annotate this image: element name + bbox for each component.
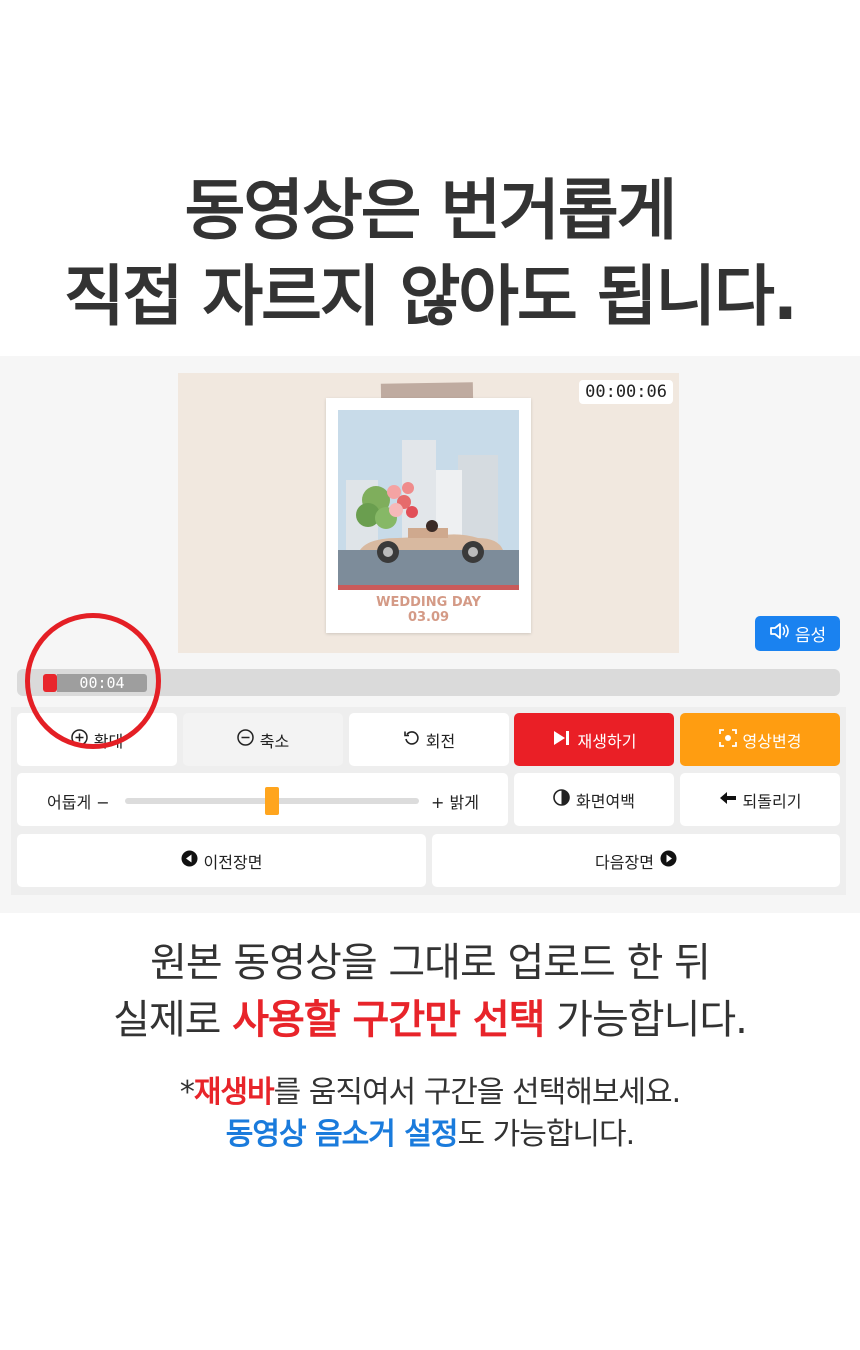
timestamp-badge: 00:00:06 <box>579 380 673 404</box>
tip-highlight-blue: 동영상 음소거 설정 <box>225 1117 459 1152</box>
change-video-label: 영상변경 <box>742 731 802 751</box>
voice-toggle-button[interactable]: 음성 <box>755 616 840 651</box>
tip-block: *재생바를 움직여서 구간을 선택해보세요. 동영상 음소거 설정도 가능합니다… <box>0 1072 860 1156</box>
next-scene-button[interactable]: 다음장면 <box>432 834 840 887</box>
page-headline: 동영상은 번거롭게 직접 자르지 않아도 됩니다. <box>0 168 860 340</box>
headline-line-2: 직접 자르지 않아도 됩니다. <box>64 258 798 335</box>
description-line-2: 실제로 사용할 구간만 선택 가능합니다. <box>0 992 860 1049</box>
description-line-1: 원본 동영상을 그대로 업로드 한 뒤 <box>150 940 711 986</box>
tip-line-2-post: 도 가능합니다. <box>457 1117 636 1152</box>
rotate-icon <box>403 729 420 750</box>
screen-margin-label: 화면여백 <box>576 791 635 811</box>
brighter-label: + 밝게 <box>431 793 479 812</box>
screen-margin-button[interactable]: 화면여백 <box>514 773 674 826</box>
play-button[interactable]: 재생하기 <box>514 713 674 766</box>
description-highlight: 사용할 구간만 선택 <box>232 997 545 1043</box>
voice-label: 음성 <box>794 626 827 646</box>
prev-scene-label: 이전장면 <box>203 852 263 872</box>
wedding-date: 03.09 <box>407 610 450 625</box>
wedding-title: WEDDING DAY <box>376 595 481 610</box>
tip-line-2: 동영상 음소거 설정도 가능합니다. <box>0 1114 860 1156</box>
brightness-slider-thumb[interactable] <box>265 787 279 815</box>
wedding-illustration <box>338 410 519 590</box>
next-circle-icon <box>660 850 677 871</box>
brightness-control: 어둡게 − + 밝게 <box>17 773 508 826</box>
tip-highlight-red: 재생바 <box>193 1075 275 1110</box>
play-next-icon <box>552 729 572 751</box>
undo-button[interactable]: 되돌리기 <box>680 773 840 826</box>
arrow-left-icon <box>719 790 737 809</box>
zoom-out-label: 축소 <box>259 731 290 751</box>
play-label: 재생하기 <box>577 731 637 751</box>
video-preview: 00:00:06 WEDDING DAY 03.09 <box>178 373 679 653</box>
rotate-label: 회전 <box>425 731 456 751</box>
control-panel: 확대 축소 회전 재생하기 영상변경 어둡게 − + 밝게 화면여백 되돌리기 … <box>11 707 846 895</box>
description-block: 원본 동영상을 그대로 업로드 한 뒤 실제로 사용할 구간만 선택 가능합니다… <box>0 935 860 1049</box>
description-line-2-pre: 실제로 <box>113 997 233 1043</box>
polaroid-frame: WEDDING DAY 03.09 <box>326 398 531 633</box>
description-line-2-post: 가능합니다. <box>544 997 748 1043</box>
tip-asterisk: * <box>179 1075 195 1110</box>
highlight-circle <box>25 613 161 749</box>
zoom-out-button[interactable]: 축소 <box>183 713 343 766</box>
contrast-icon <box>553 789 570 810</box>
speaker-icon <box>769 622 789 645</box>
prev-circle-icon <box>181 850 198 871</box>
change-video-button[interactable]: 영상변경 <box>680 713 840 766</box>
tip-line-1: *재생바를 움직여서 구간을 선택해보세요. <box>0 1072 860 1114</box>
focus-frame-icon <box>718 728 737 751</box>
next-scene-label: 다음장면 <box>595 852 654 872</box>
undo-label: 되돌리기 <box>742 791 802 811</box>
wedding-caption: WEDDING DAY 03.09 <box>326 595 531 625</box>
prev-scene-button[interactable]: 이전장면 <box>17 834 426 887</box>
darker-label: 어둡게 − <box>47 793 110 812</box>
tip-line-1-post: 를 움직여서 구간을 선택해보세요. <box>273 1075 682 1110</box>
minus-circle-icon <box>237 729 254 750</box>
headline-line-1: 동영상은 번거롭게 <box>184 172 678 249</box>
rotate-button[interactable]: 회전 <box>349 713 509 766</box>
